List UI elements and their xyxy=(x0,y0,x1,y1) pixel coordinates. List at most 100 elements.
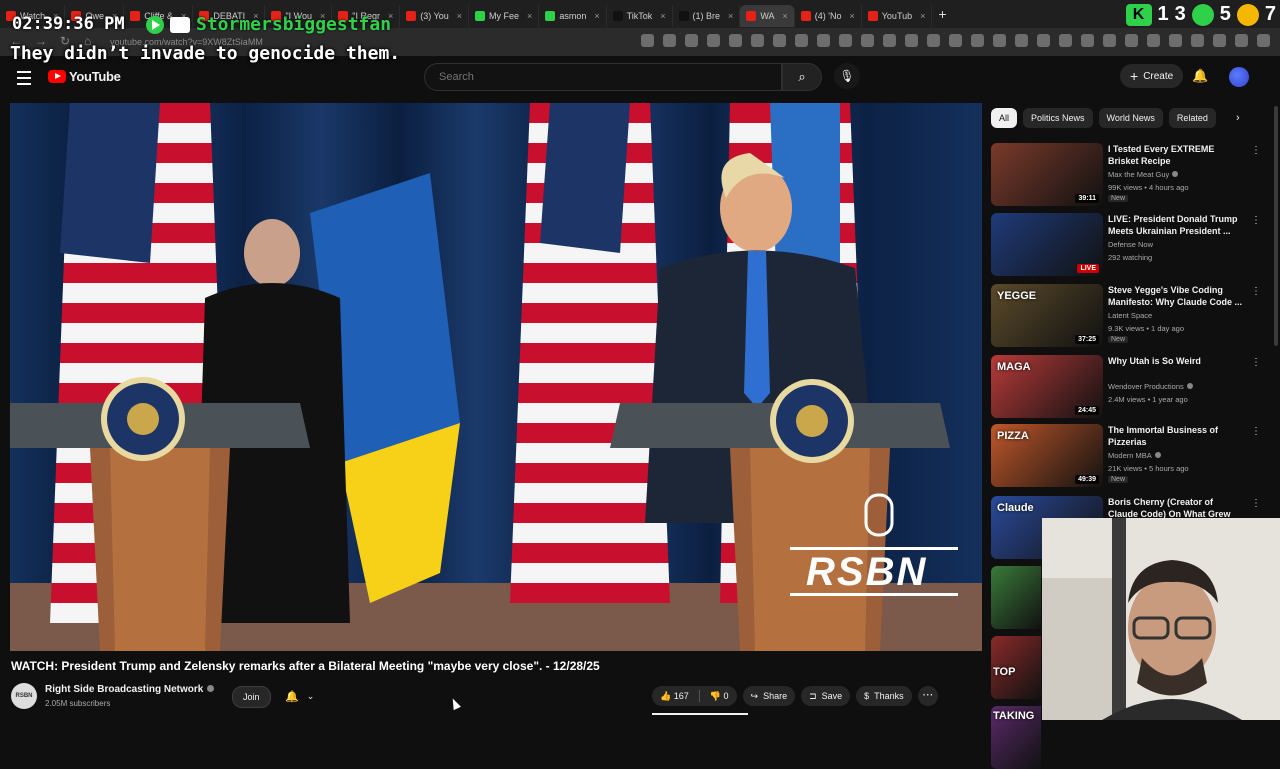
video-player[interactable]: RSBN xyxy=(10,103,982,651)
recommended-channel[interactable]: Latent Space xyxy=(1108,311,1152,320)
browser-tab[interactable]: (3) You × xyxy=(400,4,470,27)
tab-close-icon[interactable]: × xyxy=(660,11,665,21)
more-options-icon[interactable]: ⋮ xyxy=(1251,357,1261,368)
browser-tab[interactable]: My Fee × xyxy=(469,4,540,27)
browser-tab[interactable]: TikTok × xyxy=(607,4,673,27)
video-thumbnail[interactable]: TOP xyxy=(991,636,1041,699)
dislike-button[interactable]: 👎 0 xyxy=(710,691,729,702)
search-button[interactable]: ⌕ xyxy=(782,63,822,91)
recommended-video-title[interactable]: Why Utah is So Weird xyxy=(1108,355,1244,367)
recommended-channel[interactable]: Max the Meat Guy xyxy=(1108,170,1179,179)
extension-icon[interactable] xyxy=(1103,34,1116,47)
more-actions-button[interactable]: ⋯ xyxy=(917,686,938,706)
menu-icon[interactable] xyxy=(17,71,31,85)
recommended-video[interactable]: 39:11 I Tested Every EXTREME Brisket Reci… xyxy=(991,143,1276,207)
extension-icon[interactable] xyxy=(927,34,940,47)
channel-name-link[interactable]: Right Side Broadcasting Network xyxy=(45,684,215,695)
save-button[interactable]: ⊐ Save xyxy=(801,686,851,706)
video-thumbnail[interactable]: PIZZA 49:39 xyxy=(991,424,1103,487)
search-input[interactable] xyxy=(425,64,773,90)
recommended-video[interactable]: LIVE LIVE: President Donald Trump Meets U… xyxy=(991,213,1276,277)
account-avatar[interactable] xyxy=(1229,67,1249,87)
channel-avatar[interactable]: RSBN xyxy=(11,683,37,709)
voice-search-button[interactable]: 🎙 xyxy=(834,63,860,89)
more-options-icon[interactable]: ⋮ xyxy=(1251,145,1261,156)
share-button[interactable]: ↪ Share xyxy=(742,686,796,706)
chevron-right-icon[interactable]: › xyxy=(1236,112,1240,124)
more-options-icon[interactable]: ⋮ xyxy=(1251,286,1261,297)
browser-tab[interactable]: (1) Bre × xyxy=(673,4,741,27)
video-thumbnail[interactable]: TAKING xyxy=(991,706,1041,769)
recommended-channel[interactable]: Defense Now xyxy=(1108,240,1153,249)
browser-tab[interactable]: WA × xyxy=(740,4,795,27)
more-options-icon[interactable]: ⋮ xyxy=(1251,215,1261,226)
extension-icon[interactable] xyxy=(729,34,742,47)
extension-icon[interactable] xyxy=(905,34,918,47)
recommended-video[interactable]: PIZZA 49:39 The Immortal Business of Pizze… xyxy=(991,424,1276,488)
extension-icon[interactable] xyxy=(663,34,676,47)
tab-close-icon[interactable]: × xyxy=(457,11,462,21)
browser-tab[interactable]: (4) 'No × xyxy=(795,4,862,27)
video-thumbnail[interactable]: MAGA 24:45 xyxy=(991,355,1103,418)
filter-chip[interactable]: Politics News xyxy=(1023,108,1093,128)
extension-icon[interactable] xyxy=(883,34,896,47)
video-thumbnail[interactable]: 39:11 xyxy=(991,143,1103,206)
recommended-video-title[interactable]: Steve Yegge's Vibe Coding Manifesto: Why… xyxy=(1108,284,1244,308)
video-thumbnail[interactable]: LIVE xyxy=(991,213,1103,276)
extension-icon[interactable] xyxy=(1037,34,1050,47)
subscription-bell-button[interactable]: 🔔 ⌄ xyxy=(279,686,320,706)
extension-icon[interactable] xyxy=(971,34,984,47)
extension-icon[interactable] xyxy=(1081,34,1094,47)
new-tab-icon[interactable]: + xyxy=(938,6,946,22)
recommended-channel[interactable]: Wendover Productions xyxy=(1108,382,1193,391)
youtube-logo[interactable]: YouTube xyxy=(48,69,121,84)
recommended-video-title[interactable]: LIVE: President Donald Trump Meets Ukrai… xyxy=(1108,213,1244,237)
filter-chip[interactable]: Related xyxy=(1168,108,1216,128)
extension-icon[interactable] xyxy=(707,34,720,47)
browser-tab[interactable]: asmon × xyxy=(539,4,607,27)
extension-icon[interactable] xyxy=(795,34,808,47)
extension-icon[interactable] xyxy=(1015,34,1028,47)
join-button[interactable]: Join xyxy=(232,686,271,708)
recommended-video[interactable]: MAGA 24:45 Why Utah is So Weird Wendover Pr… xyxy=(991,355,1276,419)
browser-tab[interactable]: YouTub × xyxy=(862,4,933,27)
extension-icon[interactable] xyxy=(861,34,874,47)
tab-close-icon[interactable]: × xyxy=(728,11,733,21)
tab-close-icon[interactable]: × xyxy=(594,11,599,21)
video-thumbnail[interactable]: YEGGE 37:25 xyxy=(991,284,1103,347)
extension-icon[interactable] xyxy=(1235,34,1248,47)
extension-icon[interactable] xyxy=(773,34,786,47)
create-button[interactable]: + Create xyxy=(1120,64,1184,88)
tab-close-icon[interactable]: × xyxy=(782,11,787,21)
extension-icon[interactable] xyxy=(1213,34,1226,47)
thanks-button[interactable]: $ Thanks xyxy=(856,686,912,706)
extension-icon[interactable] xyxy=(817,34,830,47)
notifications-bell-icon[interactable]: 🔔 xyxy=(1192,68,1208,84)
video-thumbnail[interactable] xyxy=(991,566,1041,629)
recommended-video[interactable]: YEGGE 37:25 Steve Yegge's Vibe Coding Mani… xyxy=(991,284,1276,348)
recommended-video-title[interactable]: The Immortal Business of Pizzerias xyxy=(1108,424,1244,448)
extension-icon[interactable] xyxy=(1169,34,1182,47)
like-button[interactable]: 👍 167 xyxy=(660,691,689,702)
extension-icon[interactable] xyxy=(641,34,654,47)
filter-chip[interactable]: All xyxy=(991,108,1018,128)
extension-icon[interactable] xyxy=(1147,34,1160,47)
extension-icon[interactable] xyxy=(839,34,852,47)
recommended-video-title[interactable]: I Tested Every EXTREME Brisket Recipe xyxy=(1108,143,1244,167)
extension-icon[interactable] xyxy=(1257,34,1270,47)
more-options-icon[interactable]: ⋮ xyxy=(1251,498,1261,509)
tab-close-icon[interactable]: × xyxy=(527,11,532,21)
extension-icon[interactable] xyxy=(993,34,1006,47)
extension-icon[interactable] xyxy=(1191,34,1204,47)
extension-icon[interactable] xyxy=(1125,34,1138,47)
extension-icon[interactable] xyxy=(1059,34,1072,47)
extension-icon[interactable] xyxy=(685,34,698,47)
tab-close-icon[interactable]: × xyxy=(920,11,925,21)
sidebar-scrollbar[interactable] xyxy=(1274,106,1278,346)
extension-icon[interactable] xyxy=(949,34,962,47)
extension-icon[interactable] xyxy=(751,34,764,47)
tab-close-icon[interactable]: × xyxy=(849,11,854,21)
more-options-icon[interactable]: ⋮ xyxy=(1251,426,1261,437)
recommended-channel[interactable]: Modern MBA xyxy=(1108,451,1161,460)
filter-chip[interactable]: World News xyxy=(1098,108,1163,128)
